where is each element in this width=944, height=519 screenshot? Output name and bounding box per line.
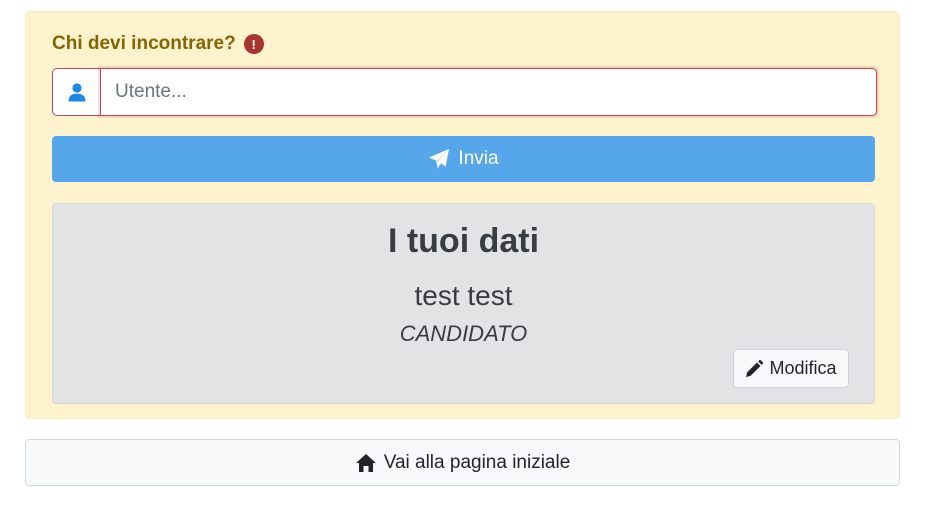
question-label: Chi devi incontrare? [52,33,236,54]
user-icon [52,68,100,116]
send-button[interactable]: Invia [52,136,875,182]
profile-title: I tuoi dati [387,222,540,260]
user-search-input[interactable] [100,68,877,116]
exclamation-circle-icon: ! [243,34,264,54]
edit-button[interactable]: Modifica [733,349,849,388]
question-heading: Chi devi incontrare? ! [52,33,264,55]
pencil-icon [745,359,764,378]
user-search-group [52,68,877,116]
meeting-panel: Chi devi incontrare? ! Invia I tuoi dati… [25,11,900,419]
send-label: Invia [458,148,499,169]
profile-card: I tuoi dati test test CANDIDATO Modifica [52,203,875,404]
home-icon [355,453,377,473]
profile-name: test test [414,280,513,311]
home-button[interactable]: Vai alla pagina iniziale [25,439,900,486]
paper-plane-icon [428,148,450,170]
home-label: Vai alla pagina iniziale [383,451,571,473]
profile-role: CANDIDATO [399,321,528,346]
edit-label: Modifica [769,358,837,378]
